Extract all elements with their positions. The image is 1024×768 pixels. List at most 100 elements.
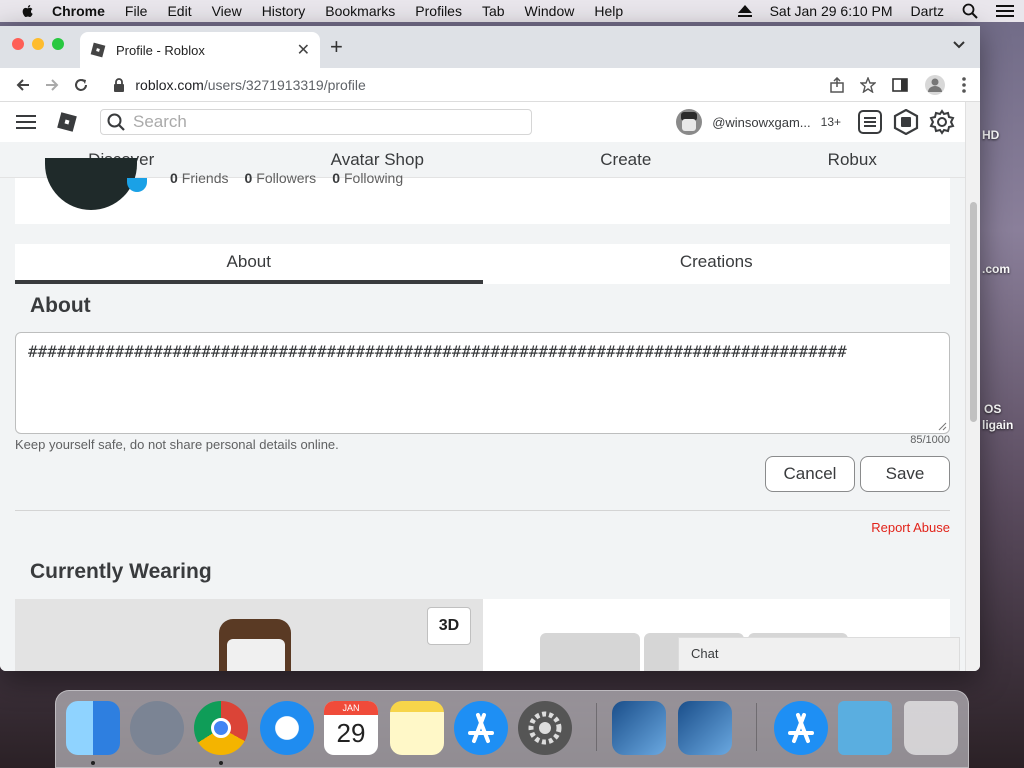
new-tab-icon[interactable]: +	[330, 34, 343, 60]
browser-tab[interactable]: Profile - Roblox ✕	[80, 32, 320, 68]
url-path: /users/3271913319/profile	[203, 76, 366, 93]
about-heading: About	[30, 294, 91, 317]
menubar-user[interactable]: Dartz	[911, 3, 944, 19]
menu-bookmarks[interactable]: Bookmarks	[325, 3, 395, 19]
running-indicator	[91, 761, 95, 765]
notes-icon[interactable]	[390, 701, 444, 755]
desktop-icon-label: .com	[982, 262, 1011, 276]
search-placeholder: Search	[133, 112, 187, 131]
roblox-navbar: Discover Avatar Shop Create Robux	[0, 142, 965, 178]
window-controls	[12, 38, 64, 50]
age-badge: 13+	[820, 115, 841, 129]
settings-gear-icon[interactable]	[929, 109, 955, 135]
address-bar[interactable]: roblox.com/users/3271913319/profile	[103, 70, 831, 99]
back-arrow-icon[interactable]	[8, 70, 37, 100]
friends-stat[interactable]: 0 Friends	[170, 170, 228, 186]
nav-robux[interactable]: Robux	[828, 150, 877, 170]
spotlight-search-icon[interactable]	[962, 3, 978, 19]
cancel-button[interactable]: Cancel	[765, 456, 855, 492]
menu-tab[interactable]: Tab	[482, 3, 505, 19]
tab-creations[interactable]: Creations	[483, 244, 951, 284]
scrollbar-thumb[interactable]	[970, 202, 977, 422]
chevron-down-icon[interactable]	[952, 38, 966, 52]
character-counter: 85/1000	[910, 434, 950, 446]
tab-title: Profile - Roblox	[116, 42, 205, 58]
robux-icon[interactable]	[893, 109, 919, 135]
calendar-icon[interactable]: JAN 29	[324, 701, 378, 755]
user-avatar[interactable]	[676, 109, 703, 135]
tab-about[interactable]: About	[15, 244, 483, 284]
reload-icon[interactable]	[66, 70, 95, 100]
app-store-icon[interactable]	[454, 701, 508, 755]
menubar-datetime[interactable]: Sat Jan 29 6:10 PM	[770, 3, 893, 19]
menu-edit[interactable]: Edit	[167, 3, 191, 19]
lock-icon[interactable]	[113, 77, 125, 92]
online-status-icon	[127, 178, 147, 192]
following-stat[interactable]: 0 Following	[332, 170, 403, 186]
launchpad-icon[interactable]	[130, 701, 184, 755]
mac-dock: JAN 29	[55, 690, 969, 768]
roblox-logo-icon[interactable]	[56, 111, 78, 133]
close-window-button[interactable]	[12, 38, 24, 50]
apple-icon[interactable]	[20, 3, 36, 19]
menu-view[interactable]: View	[212, 3, 242, 19]
browser-toolbar: roblox.com/users/3271913319/profile	[0, 68, 980, 102]
finder-icon[interactable]	[66, 701, 120, 755]
notifications-list-icon[interactable]	[857, 109, 883, 135]
virtualbox-icon[interactable]	[612, 701, 666, 755]
menu-file[interactable]: File	[125, 3, 148, 19]
avatar-preview[interactable]: 3D	[15, 599, 483, 671]
share-icon[interactable]	[830, 76, 844, 93]
about-text: ########################################…	[28, 342, 847, 361]
virtualbox-vm-icon[interactable]	[678, 701, 732, 755]
nav-avatar-shop[interactable]: Avatar Shop	[331, 150, 424, 170]
safari-icon[interactable]	[260, 701, 314, 755]
menu-help[interactable]: Help	[594, 3, 623, 19]
control-center-icon[interactable]	[996, 4, 1014, 18]
system-preferences-icon[interactable]	[518, 701, 572, 755]
downloads-folder-icon[interactable]	[838, 701, 892, 755]
roblox-header: Search @winsowxgam... 13+	[0, 102, 965, 142]
report-abuse-link[interactable]: Report Abuse	[871, 520, 950, 535]
minimize-window-button[interactable]	[32, 38, 44, 50]
hamburger-menu-icon[interactable]	[16, 114, 36, 130]
dock-separator	[596, 703, 597, 751]
bookmark-star-icon[interactable]	[860, 76, 877, 93]
app-store-download-icon[interactable]	[774, 701, 828, 755]
url-host: roblox.com	[135, 76, 204, 93]
toggle-3d-button[interactable]: 3D	[427, 607, 471, 645]
nav-create[interactable]: Create	[600, 150, 651, 170]
more-options-icon[interactable]	[962, 76, 966, 93]
calendar-day: 29	[336, 718, 366, 748]
menu-history[interactable]: History	[262, 3, 306, 19]
close-tab-icon[interactable]: ✕	[297, 40, 310, 60]
trash-icon[interactable]	[904, 701, 958, 755]
followers-stat[interactable]: 0 Followers	[244, 170, 316, 186]
save-button[interactable]: Save	[860, 456, 950, 492]
profile-avatar[interactable]	[45, 158, 137, 210]
desktop-icon-label: ligain	[982, 418, 1014, 432]
browser-window: Profile - Roblox ✕ + roblox.com/users/32…	[0, 26, 980, 671]
roblox-page: Search @winsowxgam... 13+ Discover Avata…	[0, 102, 965, 671]
side-panel-icon[interactable]	[892, 77, 908, 93]
currently-wearing-heading: Currently Wearing	[30, 560, 212, 583]
chat-bar[interactable]: Chat	[678, 637, 960, 671]
resize-handle-icon[interactable]	[937, 421, 947, 431]
eject-icon[interactable]	[737, 5, 752, 17]
profile-avatar-icon[interactable]	[924, 74, 946, 96]
forward-arrow-icon[interactable]	[37, 70, 66, 100]
chrome-icon[interactable]	[194, 701, 248, 755]
username-label[interactable]: @winsowxgam...	[712, 115, 810, 130]
page-scrollbar[interactable]	[965, 102, 980, 671]
worn-item-thumb[interactable]	[540, 633, 640, 671]
menu-window[interactable]: Window	[525, 3, 575, 19]
search-input[interactable]: Search	[100, 109, 532, 135]
profile-tabs: About Creations	[15, 244, 950, 284]
fullscreen-window-button[interactable]	[52, 38, 64, 50]
calendar-month: JAN	[324, 701, 378, 715]
menu-profiles[interactable]: Profiles	[415, 3, 462, 19]
desktop-icon-label: HD	[982, 128, 1000, 142]
tab-strip: Profile - Roblox ✕ +	[0, 26, 980, 68]
menu-app-name[interactable]: Chrome	[52, 3, 105, 19]
about-textarea[interactable]: ########################################…	[15, 332, 950, 434]
